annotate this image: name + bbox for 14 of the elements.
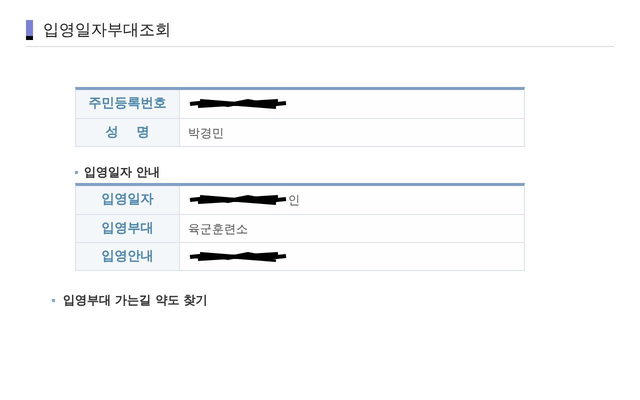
map-link[interactable]: 입영부대 가는길 약도 찾기 <box>63 291 208 309</box>
row-label: 주민등록번호 <box>76 90 180 118</box>
row-value: 육군훈련소 <box>188 220 248 238</box>
title-marker <box>26 20 33 40</box>
row-value: 박경민 <box>188 124 224 142</box>
page-title: 입영일자부대조회 <box>43 19 171 41</box>
row-label: 입영안내 <box>76 243 180 270</box>
row-label: 입영일자 <box>76 186 180 214</box>
section-heading: 입영일자 안내 <box>84 164 160 181</box>
row-label: 입영부대 <box>76 215 180 242</box>
bullet-icon <box>75 170 78 174</box>
row-value: 인 <box>288 192 300 209</box>
bullet-icon <box>52 298 55 302</box>
row-label: 성 명 <box>76 119 180 146</box>
